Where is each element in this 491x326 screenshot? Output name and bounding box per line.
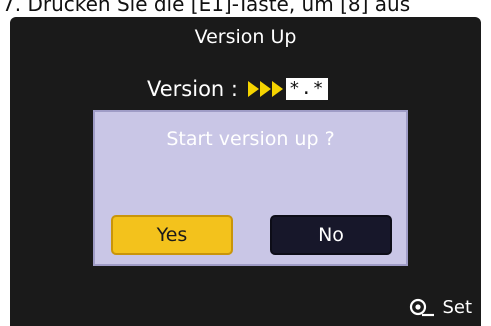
version-value: *.* <box>285 78 328 100</box>
yes-button[interactable]: Yes <box>111 215 233 255</box>
progress-arrows-icon <box>247 81 284 97</box>
confirm-dialog: Start version up ? Yes No <box>93 110 408 266</box>
version-label: Version : <box>147 77 238 101</box>
screen-title: Version Up <box>194 26 297 48</box>
camera-screen: Version Up Version : *.* Start version u… <box>10 17 481 326</box>
set-hint: Set <box>409 297 472 318</box>
version-row: Version : *.* <box>147 74 328 104</box>
control-dial-icon <box>409 298 435 318</box>
manual-caption: 7. Drücken Sie die [E1]-Taste, um [8] au… <box>2 0 411 16</box>
set-label: Set <box>442 297 472 318</box>
no-button[interactable]: No <box>270 215 392 255</box>
dialog-message: Start version up ? <box>166 128 335 150</box>
